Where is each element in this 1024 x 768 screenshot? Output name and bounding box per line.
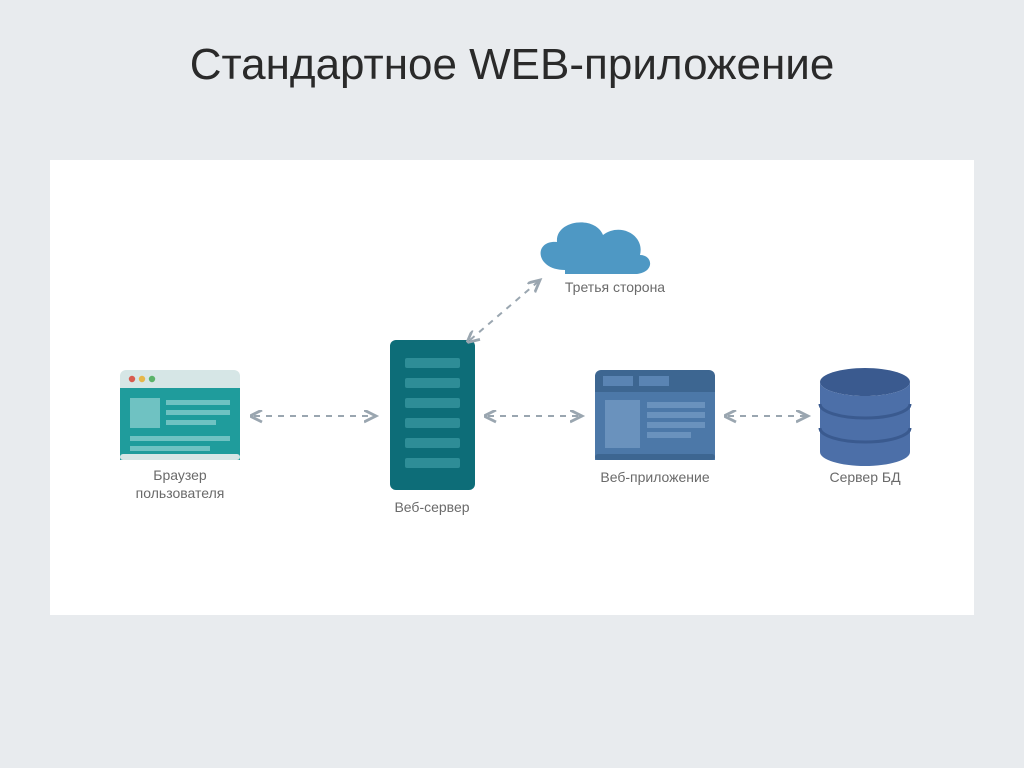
cloud-icon — [541, 222, 651, 274]
browser-label-2: пользователя — [136, 485, 225, 501]
db-label: Сервер БД — [829, 469, 901, 485]
slide-title: Стандартное WEB-приложение — [0, 40, 1024, 90]
server-icon — [390, 340, 475, 490]
browser-label-1: Браузер — [153, 467, 207, 483]
diagram-svg: Браузер пользователя Веб-сервер Третья с… — [50, 160, 974, 615]
app-label: Веб-приложение — [600, 469, 709, 485]
server-label: Веб-сервер — [394, 499, 469, 515]
cloud-label: Третья сторона — [565, 279, 665, 295]
app-icon — [595, 370, 715, 460]
diagram-panel: Браузер пользователя Веб-сервер Третья с… — [50, 160, 974, 615]
database-icon — [820, 368, 910, 466]
browser-icon — [120, 370, 240, 460]
arrow-server-cloud — [470, 280, 540, 340]
